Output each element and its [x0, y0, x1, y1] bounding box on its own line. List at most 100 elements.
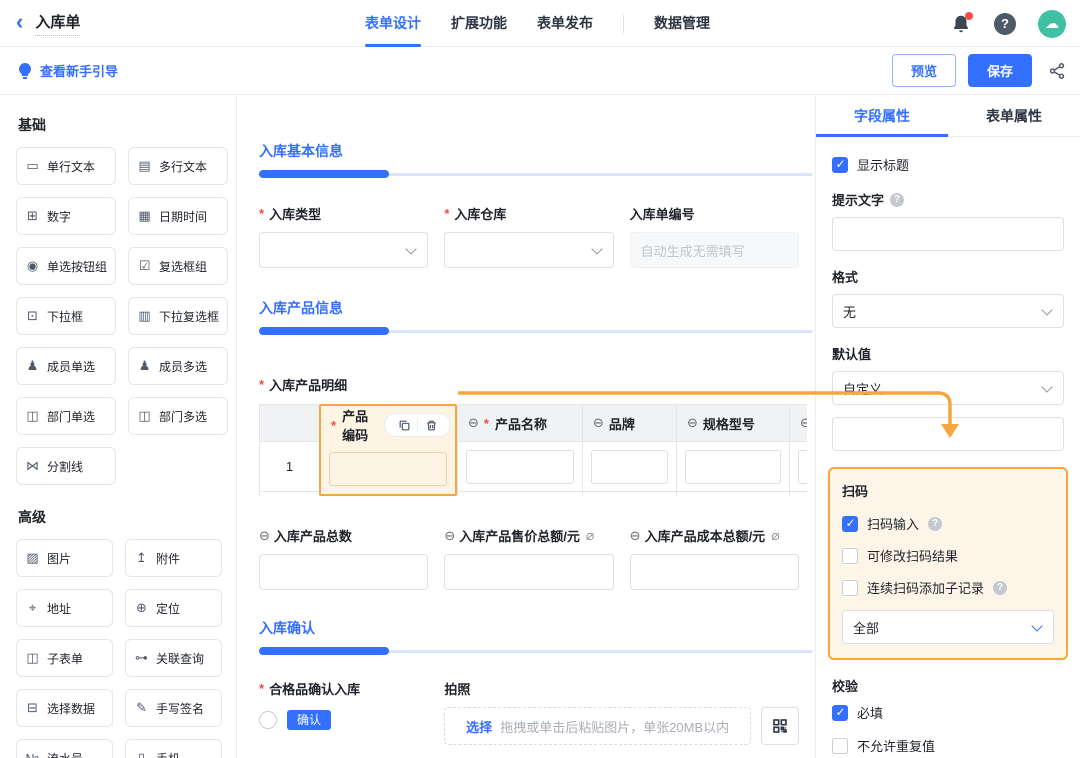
cost-amount-input[interactable] [629, 554, 799, 590]
widget-number[interactable]: ⊞ 数字 [16, 197, 117, 235]
help-circle-icon[interactable]: ? [993, 580, 1008, 595]
product-code-cell-input[interactable] [329, 452, 447, 486]
field-confirm-inbound[interactable]: * 合格品确认入库 确认 [259, 679, 428, 745]
field-inbound-type[interactable]: * 入库类型 [259, 204, 429, 268]
default-value-input[interactable] [832, 417, 1064, 451]
trash-icon[interactable] [418, 414, 444, 436]
scan-continuous-checkbox[interactable] [842, 579, 858, 596]
beginner-guide-link[interactable]: 查看新手引导 [18, 61, 118, 80]
required-option[interactable]: 必填 [832, 703, 1064, 722]
widget-single-line-text[interactable]: ▭ 单行文本 [16, 147, 117, 185]
widget-department-single[interactable]: ◫ 部门单选 [16, 397, 117, 435]
field-inbound-warehouse[interactable]: * 入库仓库 [444, 204, 614, 268]
avatar[interactable]: ☁ [1038, 9, 1066, 38]
section-basic-info[interactable]: 入库基本信息 [259, 141, 813, 178]
copy-icon[interactable] [391, 414, 417, 436]
spec-cell-input[interactable] [685, 449, 781, 484]
hint-text-input[interactable] [832, 217, 1064, 251]
widget-department-multi[interactable]: ◫ 部门多选 [128, 397, 229, 435]
back-icon[interactable]: ‹ [16, 11, 23, 33]
scan-input-option[interactable]: 扫码输入 ? [842, 514, 1054, 533]
field-inbound-number[interactable]: 入库单编号 自动生成无需填写 [629, 204, 799, 268]
field-product-total[interactable]: ⊖ 入库产品总数 [259, 526, 429, 590]
widget-serial-number[interactable]: №流水号 [16, 739, 113, 758]
widget-dropdown-multi[interactable]: ▥ 下拉复选框 [128, 297, 229, 335]
widget-member-single[interactable]: ♟ 成员单选 [16, 347, 117, 385]
format-select[interactable]: 无 [832, 294, 1064, 328]
widget-image[interactable]: ▨ 图片 [16, 539, 113, 577]
tab-form-properties[interactable]: 表单属性 [948, 95, 1080, 136]
widget-divider[interactable]: ⋈ 分割线 [16, 447, 117, 485]
column-product-name[interactable]: ⊖ * 产品名称 [457, 404, 582, 496]
confirm-radio[interactable] [259, 711, 277, 729]
default-value-select[interactable]: 自定义 [832, 371, 1064, 405]
widget-linked-query[interactable]: ⊶ 关联查询 [125, 639, 222, 677]
product-total-input[interactable] [259, 554, 429, 590]
widget-dropdown[interactable]: ⊡ 下拉框 [16, 297, 117, 335]
widget-address[interactable]: ⌖ 地址 [16, 589, 113, 627]
column-spec-model[interactable]: ⊖ 规格型号 [676, 404, 789, 496]
product-name-cell-input[interactable] [466, 449, 574, 484]
save-button[interactable]: 保存 [967, 54, 1032, 87]
column-brand[interactable]: ⊖ 品牌 [582, 404, 676, 496]
show-title-option[interactable]: 显示标题 [832, 155, 1064, 174]
subform-table: 1 * 产品编码 ⊖ * 产品名称 ⊖ 品牌 ⊖ 规格型号 ⊖ [259, 404, 807, 496]
photo-upload-box[interactable]: 选择 拖拽或单击后粘贴图片，单张20MB以内 [444, 707, 751, 745]
tab-field-properties[interactable]: 字段属性 [816, 95, 948, 137]
field-cost-amount[interactable]: ⊖ 入库产品成本总额/元 ⌀ [629, 526, 799, 590]
attachment-icon: ↥ [136, 550, 147, 565]
field-sale-amount[interactable]: ⊖ 入库产品售价总额/元 ⌀ [444, 526, 614, 590]
section-basic-title: 入库基本信息 [259, 143, 343, 159]
widget-member-multi[interactable]: ♟ 成员多选 [128, 347, 229, 385]
basic-widgets: ▭ 单行文本 ▤ 多行文本 ⊞ 数字 ▦ 日期时间 ◉ 单选按钮组 ☑ 复选框组 ⊡ 下拉框 … [16, 147, 229, 485]
sale-amount-input[interactable] [444, 554, 614, 590]
field-product-detail-table[interactable]: * 入库产品明细 1 * 产品编码 ⊖ * 产品名称 ⊖ 品牌 ⊖ 规格型号 ⊖ [259, 375, 813, 496]
tab-form-publish[interactable]: 表单发布 [537, 0, 593, 47]
widget-radio-group[interactable]: ◉ 单选按钮组 [16, 247, 117, 285]
scan-editable-checkbox[interactable] [842, 547, 858, 564]
preview-button[interactable]: 预览 [891, 54, 956, 87]
widget-attachment[interactable]: ↥ 附件 [125, 539, 222, 577]
column-toolbar [384, 413, 451, 437]
widget-subform[interactable]: ◫ 子表单 [16, 639, 113, 677]
inbound-warehouse-select[interactable] [444, 232, 614, 268]
help-circle-icon[interactable]: ? [890, 192, 905, 207]
widget-signature[interactable]: ✎ 手写签名 [125, 689, 222, 727]
photo-select-link[interactable]: 选择 [466, 717, 492, 736]
confirm-option-tag[interactable]: 确认 [287, 710, 332, 730]
location-icon: ⊕ [136, 600, 147, 615]
help-icon[interactable]: ? [994, 12, 1016, 35]
qr-scan-button[interactable] [761, 707, 799, 745]
section-confirm[interactable]: 入库确认 [259, 618, 813, 655]
show-title-checkbox[interactable] [832, 156, 848, 173]
tab-data-management[interactable]: 数据管理 [654, 0, 710, 47]
share-icon[interactable] [1048, 62, 1066, 80]
tab-extensions[interactable]: 扩展功能 [451, 0, 507, 47]
widget-multi-line-text[interactable]: ▤ 多行文本 [128, 147, 229, 185]
column-cutoff: ⊖ [789, 404, 807, 496]
scan-editable-option[interactable]: 可修改扫码结果 [842, 546, 1054, 565]
scan-continuous-option[interactable]: 连续扫码添加子记录 ? [842, 578, 1054, 597]
widget-datetime[interactable]: ▦ 日期时间 [128, 197, 229, 235]
tab-form-design[interactable]: 表单设计 [365, 0, 421, 47]
column-product-code-selected[interactable]: * 产品编码 [319, 404, 457, 496]
widget-phone[interactable]: ▯手机 [125, 739, 222, 758]
widget-checkbox-group[interactable]: ☑ 复选框组 [128, 247, 229, 285]
widget-location[interactable]: ⊕ 定位 [125, 589, 222, 627]
chevron-down-icon [1041, 304, 1053, 316]
notification-bell-icon[interactable] [950, 11, 973, 35]
department-multi-icon: ◫ [138, 408, 151, 423]
no-duplicate-checkbox[interactable] [832, 737, 848, 754]
field-photo[interactable]: 拍照 选择 拖拽或单击后粘贴图片，单张20MB以内 [444, 679, 799, 745]
brand-cell-input[interactable] [591, 449, 668, 484]
section-product-info[interactable]: 入库产品信息 [259, 298, 813, 335]
inbound-type-select[interactable] [259, 232, 429, 268]
help-circle-icon[interactable]: ? [928, 516, 943, 531]
widget-select-data[interactable]: ⊟ 选择数据 [16, 689, 113, 727]
department-single-icon: ◫ [26, 408, 39, 423]
scan-type-select[interactable]: 全部 [842, 610, 1054, 644]
validation-label: 校验 [832, 679, 859, 694]
required-checkbox[interactable] [832, 704, 848, 721]
no-duplicate-option[interactable]: 不允许重复值 [832, 736, 1064, 755]
scan-input-checkbox[interactable] [842, 515, 858, 532]
